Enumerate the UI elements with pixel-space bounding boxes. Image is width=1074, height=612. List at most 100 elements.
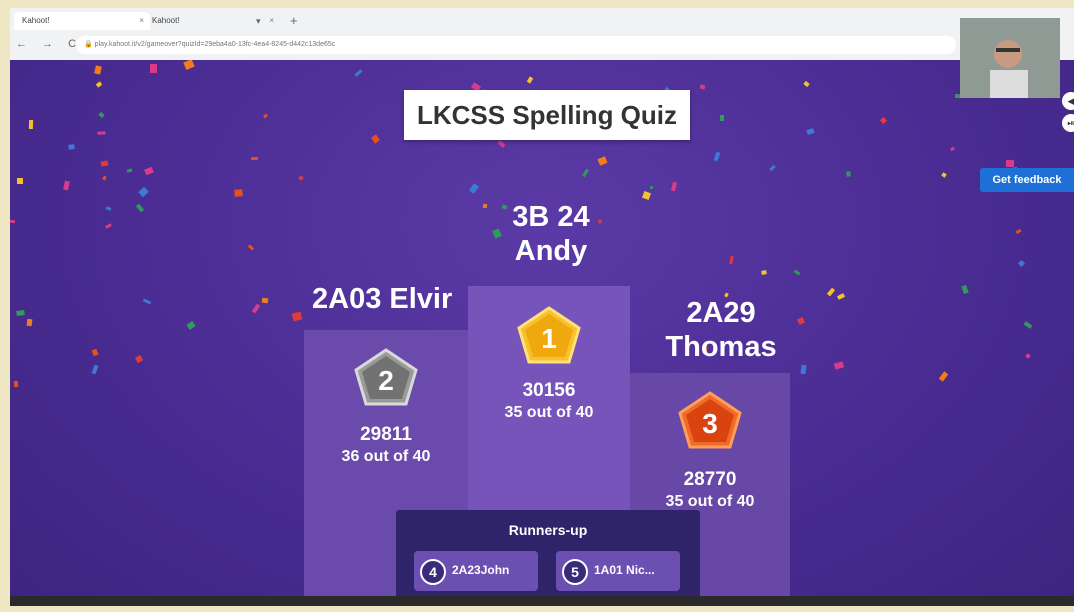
confetti-piece: [234, 189, 243, 197]
confetti-piece: [800, 364, 807, 375]
confetti-piece: [836, 293, 846, 300]
confetti-piece: [16, 177, 24, 185]
confetti-piece: [1017, 259, 1026, 268]
confetti-piece: [263, 113, 268, 119]
confetti-piece: [803, 80, 810, 88]
second-place-rank: 2: [378, 365, 394, 396]
confetti-piece: [582, 168, 589, 178]
confetti-piece: [354, 69, 363, 77]
third-place-name: 2A29 Thomas: [646, 296, 796, 364]
tab-menu-icon[interactable]: ▾: [256, 12, 261, 30]
confetti-piece: [806, 128, 815, 135]
confetti-piece: [144, 166, 154, 176]
first-place-score: 30156: [522, 380, 576, 401]
confetti-piece: [468, 183, 480, 194]
confetti-piece: [138, 186, 149, 198]
confetti-piece: [10, 219, 16, 224]
confetti-piece: [28, 119, 34, 130]
lock-icon: 🔒: [84, 41, 95, 48]
confetti-piece: [719, 114, 725, 122]
webcam-video: [960, 18, 1060, 98]
confetti-piece: [98, 111, 105, 119]
runner-up-item: 4 2A23John: [414, 551, 538, 591]
screen-bottom-edge: [10, 596, 1074, 606]
confetti-piece: [13, 380, 19, 388]
close-icon[interactable]: ×: [269, 12, 274, 30]
third-place-name-line2: Thomas: [665, 331, 777, 363]
confetti-piece: [126, 168, 133, 173]
confetti-piece: [879, 116, 888, 125]
runner-up-name: 1A01 Nic...: [594, 563, 655, 577]
third-place-score: 28770: [683, 469, 737, 490]
confetti-piece: [100, 160, 109, 167]
confetti-piece: [251, 157, 258, 160]
quiz-title: LKCSS Spelling Quiz: [404, 90, 690, 140]
confetti-piece: [97, 131, 106, 135]
runner-up-name: 2A23John: [452, 563, 510, 577]
new-tab-button[interactable]: +: [290, 12, 298, 30]
confetti-piece: [761, 270, 767, 275]
confetti-piece: [1015, 228, 1022, 235]
first-place-rank: 1: [541, 323, 557, 354]
third-place-correct: 35 out of 40: [665, 493, 755, 510]
confetti-piece: [134, 354, 144, 364]
first-place-badge-icon: 1: [517, 306, 581, 364]
runner-up-item: 5 1A01 Nic...: [556, 551, 680, 591]
confetti-piece: [938, 371, 949, 382]
confetti-piece: [597, 156, 608, 166]
confetti-piece: [183, 60, 195, 70]
confetti-piece: [105, 206, 112, 211]
confetti-piece: [793, 269, 801, 276]
confetti-piece: [63, 180, 70, 191]
confetti-piece: [796, 316, 806, 326]
runners-up-title: Runners-up: [508, 522, 588, 538]
first-place-name-line1: 3B 24: [512, 201, 590, 233]
confetti-piece: [150, 64, 157, 73]
third-place-badge-icon: 3: [678, 391, 742, 449]
second-place-name: 2A03 Elvir: [312, 283, 453, 315]
third-place-name-line1: 2A29: [686, 297, 756, 329]
navigation-buttons[interactable]: ← → C: [16, 38, 82, 50]
confetti-piece: [91, 348, 99, 357]
confetti-piece: [846, 171, 851, 177]
confetti-piece: [247, 244, 255, 251]
browser-tab-1[interactable]: Kahoot! ×: [14, 12, 150, 30]
confetti-piece: [95, 81, 103, 88]
person-icon: [960, 18, 1060, 98]
confetti-piece: [699, 84, 706, 90]
confetti-piece: [94, 65, 102, 75]
confetti-piece: [26, 318, 33, 327]
runner-up-rank: 4: [420, 559, 446, 585]
confetti-piece: [135, 203, 145, 213]
second-place-correct: 36 out of 40: [341, 448, 431, 465]
confetti-piece: [961, 284, 969, 295]
confetti-piece: [769, 164, 776, 172]
browser-toolbar: Kahoot! × Kahoot! × ▾ + ← → C 🔒 play.kah…: [10, 8, 1074, 61]
skip-icon[interactable]: ⏯: [1062, 114, 1074, 132]
confetti-piece: [16, 310, 25, 316]
tab-label: Kahoot!: [152, 16, 180, 25]
confetti-piece: [291, 311, 303, 322]
confetti-piece: [649, 185, 654, 190]
runner-up-rank: 5: [562, 559, 588, 585]
confetti-piece: [91, 364, 99, 375]
address-bar[interactable]: 🔒 play.kahoot.it/v2/gameover?quizId=29eb…: [76, 36, 956, 54]
screen: Kahoot! × Kahoot! × ▾ + ← → C 🔒 play.kah…: [10, 8, 1074, 606]
second-place-score: 29811: [360, 424, 412, 445]
confetti-piece: [142, 298, 152, 305]
third-place-rank: 3: [702, 408, 718, 439]
confetti-piece: [68, 144, 75, 150]
tab-label: Kahoot!: [22, 16, 50, 25]
confetti-piece: [1025, 353, 1031, 359]
confetti-piece: [261, 297, 269, 304]
confetti-piece: [671, 181, 677, 192]
get-feedback-button[interactable]: Get feedback: [980, 168, 1074, 192]
second-place-badge-icon: 2: [354, 348, 418, 406]
confetti-piece: [105, 223, 112, 229]
first-place-name-line2: Andy: [514, 235, 588, 267]
confetti-piece: [729, 255, 734, 265]
runners-up-panel: Runners-up 4 2A23John 5 1A01 Nic...: [396, 510, 700, 606]
confetti-piece: [833, 361, 845, 370]
panel-control-icon[interactable]: ◀: [1062, 92, 1074, 110]
confetti-piece: [298, 175, 304, 181]
